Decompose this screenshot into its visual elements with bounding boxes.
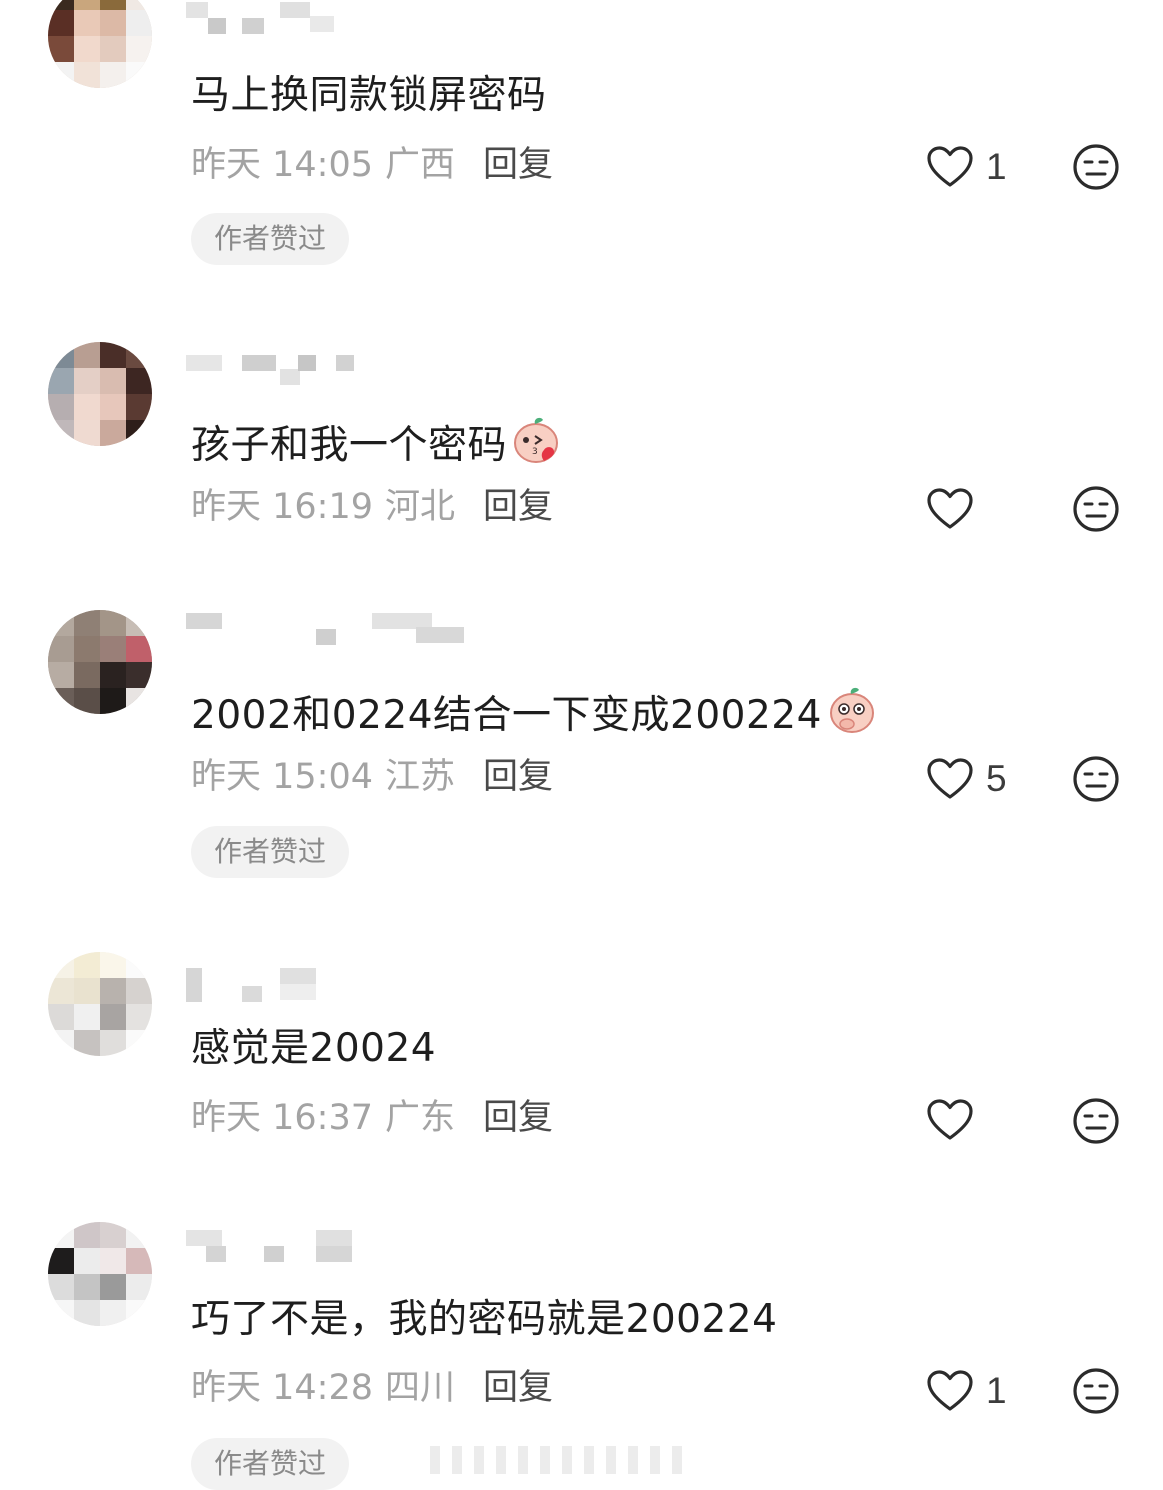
username[interactable]: [186, 355, 366, 385]
comment-text: 马上换同款锁屏密码: [191, 73, 547, 118]
dislike-button[interactable]: [1071, 484, 1121, 534]
reply-button[interactable]: 回复: [483, 487, 553, 527]
comment-time: 昨天 15:04: [191, 757, 373, 797]
neutral-face-icon: [1073, 1368, 1119, 1414]
avatar[interactable]: [48, 0, 152, 88]
dislike-button[interactable]: [1071, 754, 1121, 804]
author-liked-badge: 作者赞过: [191, 826, 349, 878]
heart-outline-icon: [927, 146, 973, 187]
comment-location: 广西: [385, 145, 456, 185]
avatar[interactable]: [48, 342, 152, 446]
comment-text-content: 2002和0224结合一下变成200224: [191, 693, 822, 738]
comment-text: 巧了不是，我的密码就是200224: [191, 1297, 778, 1342]
avatar[interactable]: [48, 610, 152, 714]
like-count: 5: [986, 758, 1007, 799]
like-button[interactable]: 1: [926, 1366, 1007, 1416]
like-button[interactable]: [926, 1095, 986, 1145]
svg-text:3: 3: [532, 447, 538, 457]
like-count: 1: [986, 146, 1007, 187]
comment-location: 河北: [385, 487, 456, 527]
avatar[interactable]: [48, 1222, 152, 1326]
comment-meta: 昨天 16:37 广东 回复: [191, 1096, 553, 1140]
heart-outline-icon: [927, 1370, 973, 1411]
watermark: [430, 1446, 710, 1474]
comment-text-content: 孩子和我一个密码: [191, 423, 508, 468]
author-liked-badge: 作者赞过: [191, 1438, 349, 1490]
comment-time: 昨天 14:05: [191, 145, 373, 185]
reply-button[interactable]: 回复: [483, 1368, 553, 1408]
neutral-face-icon: [1073, 1098, 1119, 1144]
username[interactable]: [186, 2, 366, 34]
kiss-emoji-icon: 3: [511, 414, 563, 476]
neutral-face-icon: [1073, 144, 1119, 190]
comment-text: 感觉是20024: [191, 1026, 437, 1071]
username[interactable]: [186, 968, 366, 1002]
comment-meta: 昨天 16:19 河北 回复: [191, 485, 553, 529]
comment-text: 孩子和我一个密码 3: [191, 414, 563, 476]
heart-outline-icon: [927, 488, 973, 529]
neutral-face-icon: [1073, 756, 1119, 802]
reply-button[interactable]: 回复: [483, 1098, 553, 1138]
heart-outline-icon: [927, 758, 973, 799]
like-button[interactable]: 5: [926, 754, 1007, 804]
comment-text: 2002和0224结合一下变成200224: [191, 684, 878, 746]
comment-location: 江苏: [385, 757, 456, 797]
dislike-button[interactable]: [1071, 1366, 1121, 1416]
neutral-face-icon: [1073, 486, 1119, 532]
comment-meta: 昨天 14:05 广西 回复: [191, 143, 553, 187]
like-button[interactable]: 1: [926, 142, 1007, 192]
comment-time: 昨天 14:28: [191, 1368, 373, 1408]
dislike-button[interactable]: [1071, 1096, 1121, 1146]
author-liked-badge: 作者赞过: [191, 213, 349, 265]
reply-button[interactable]: 回复: [483, 145, 553, 185]
shy-emoji-icon: [826, 684, 878, 746]
comment-meta: 昨天 14:28 四川 回复: [191, 1366, 553, 1410]
heart-outline-icon: [927, 1099, 973, 1140]
username[interactable]: [186, 613, 486, 645]
avatar[interactable]: [48, 952, 152, 1056]
comment-location: 四川: [385, 1368, 456, 1408]
comment-location: 广东: [385, 1098, 456, 1138]
like-count: 1: [986, 1370, 1007, 1411]
comment-meta: 昨天 15:04 江苏 回复: [191, 755, 553, 799]
like-button[interactable]: [926, 484, 986, 534]
dislike-button[interactable]: [1071, 142, 1121, 192]
comment-time: 昨天 16:19: [191, 487, 373, 527]
comment-time: 昨天 16:37: [191, 1098, 373, 1138]
reply-button[interactable]: 回复: [483, 757, 553, 797]
username[interactable]: [186, 1230, 366, 1262]
